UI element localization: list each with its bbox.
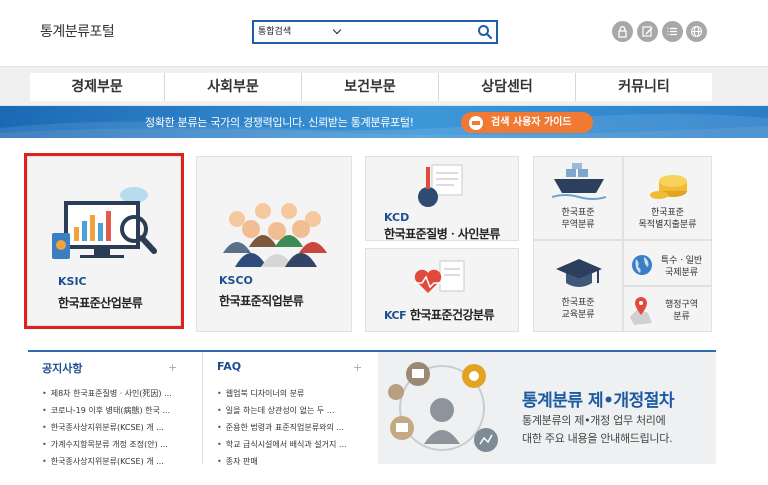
tile-education-line2: 교육분류 <box>561 310 595 320</box>
notice-more-icon[interactable]: + <box>168 361 177 374</box>
notice-item[interactable]: 제8차 한국표준질병ㆍ사인(死因) ... <box>42 388 172 399</box>
nav-health[interactable]: 보건부문 <box>302 73 438 101</box>
globe-icon[interactable] <box>686 21 707 42</box>
guide-book-icon <box>469 116 483 130</box>
lock-icon[interactable] <box>612 21 633 42</box>
card-kcd[interactable]: KCD 한국표준질병ㆍ사인분류 <box>365 156 519 241</box>
tile-international[interactable]: 특수ㆍ일반 국제분류 <box>623 240 712 286</box>
chevron-down-icon[interactable] <box>332 25 342 35</box>
kcd-name: 한국표준질병ㆍ사인분류 <box>384 227 500 241</box>
nav-society[interactable]: 사회부문 <box>165 73 301 101</box>
nav-economy[interactable]: 경제부문 <box>30 73 164 101</box>
medical-chart-icon <box>418 164 463 207</box>
graduation-cap-icon <box>556 259 602 287</box>
tile-international-line2: 국제분류 <box>664 268 699 278</box>
faq-item[interactable]: 준용한 법령과 표준직업분류와의 ... <box>217 422 344 433</box>
search-guide-label: 검색 사용자 가이드 <box>491 117 572 128</box>
kcf-name: 한국표준건강분류 <box>409 308 495 322</box>
tile-trade[interactable]: 한국표준 무역분류 <box>533 156 623 240</box>
tile-administrative-line1: 행정구역 <box>664 300 699 310</box>
faq-item[interactable]: 종자 판매 <box>217 456 258 467</box>
edit-icon[interactable] <box>637 21 658 42</box>
cargo-ship-icon <box>552 163 606 200</box>
kcf-code: KCF <box>384 309 407 322</box>
procedure-title: 통계분류 제•개정절차 <box>522 391 675 411</box>
list-icon[interactable] <box>662 21 683 42</box>
slogan-banner: 정확한 분류는 국가의 경쟁력입니다. 신뢰받는 통계분류포털! 검색 사용자 … <box>0 106 768 138</box>
search-bar: 통합검색 <box>252 20 498 44</box>
notice-item[interactable]: 가계수지항목분류 개정 조정(안) ... <box>42 439 168 450</box>
tile-expenditure-line2: 목적별지출분류 <box>638 220 697 230</box>
occupation-people-icon <box>223 203 327 267</box>
search-icon[interactable] <box>477 24 493 40</box>
tile-administrative[interactable]: 행정구역 분류 <box>623 286 712 332</box>
tile-administrative-line2: 분류 <box>673 312 690 322</box>
faq-item[interactable]: 일을 하는데 상관성이 없는 두 ... <box>217 405 335 416</box>
notice-title[interactable]: 공지사항 <box>42 360 82 376</box>
tile-education-line1: 한국표준 <box>561 298 595 308</box>
coins-icon <box>650 175 687 199</box>
procedure-description: 통계분류의 제•개정 업무 처리에 대한 주요 내용을 안내해드립니다. <box>522 412 673 448</box>
kcf-name-line: KCF 한국표준건강분류 <box>384 306 495 323</box>
procedure-desc-line2: 대한 주요 내용을 안내해드립니다. <box>522 432 673 445</box>
notice-item[interactable]: 코로나-19 이후 병태(病態) 한국 ... <box>42 405 170 416</box>
search-guide-button[interactable]: 검색 사용자 가이드 <box>461 112 593 133</box>
header: 통계분류포털 통합검색 <box>0 0 768 66</box>
tile-expenditure-line1: 한국표준 <box>650 208 685 218</box>
tile-education[interactable]: 한국표준 교육분류 <box>533 240 623 332</box>
tile-trade-line2: 무역분류 <box>561 220 595 230</box>
nav-counsel[interactable]: 상담센터 <box>439 73 575 101</box>
tile-international-line1: 특수ㆍ일반 <box>660 256 703 266</box>
card-kcf[interactable]: KCF 한국표준건강분류 <box>365 248 519 332</box>
faq-panel: FAQ + 웹업북 디자이너의 분류 일을 하는데 상관성이 없는 두 ... … <box>202 352 378 467</box>
page: 통계분류포털 통합검색 경제부문 사회부문 보건부문 상담센터 커뮤니티 정확한… <box>0 0 768 485</box>
revision-procedure-banner[interactable]: 통계분류 제•개정절차 통계분류의 제•개정 업무 처리에 대한 주요 내용을 … <box>378 352 716 464</box>
faq-item[interactable]: 웹업북 디자이너의 분류 <box>217 388 305 399</box>
tile-expenditure[interactable]: 한국표준 목적별지출분류 <box>623 156 712 240</box>
faq-more-icon[interactable]: + <box>353 361 362 374</box>
ksco-code: KSCO <box>219 274 253 287</box>
nav-community[interactable]: 커뮤니티 <box>576 73 712 101</box>
search-input[interactable] <box>350 23 472 41</box>
notice-item[interactable]: 한국종사상지위분류(KCSE) 개 ... <box>42 422 164 433</box>
notice-item[interactable]: 한국종사상지위분류(KCSE) 개 ... <box>42 456 164 467</box>
faq-title[interactable]: FAQ <box>217 360 241 373</box>
health-heart-icon <box>414 260 465 293</box>
faq-item[interactable]: 학교 급식시설에서 배식과 설거지 ... <box>217 439 347 450</box>
site-logo[interactable]: 통계분류포털 <box>40 21 115 41</box>
ksco-name: 한국표준직업분류 <box>219 294 304 308</box>
tile-trade-line1: 한국표준 <box>561 208 595 218</box>
search-scope-select[interactable]: 통합검색 <box>258 24 291 40</box>
card-ksco[interactable]: KSCO 한국표준직업분류 <box>196 156 352 332</box>
kcd-code: KCD <box>384 211 410 224</box>
procedure-desc-line1: 통계분류의 제•개정 업무 처리에 <box>522 414 666 427</box>
banner-slogan: 정확한 분류는 국가의 경쟁력입니다. 신뢰받는 통계분류포털! <box>145 116 414 129</box>
main-nav: 경제부문 사회부문 보건부문 상담센터 커뮤니티 <box>0 66 768 106</box>
procedure-people-network-icon <box>388 362 498 452</box>
notice-panel: 공지사항 + 제8차 한국표준질병ㆍ사인(死因) ... 코로나-19 이후 병… <box>28 352 202 467</box>
ksic-highlight-frame <box>24 153 184 329</box>
